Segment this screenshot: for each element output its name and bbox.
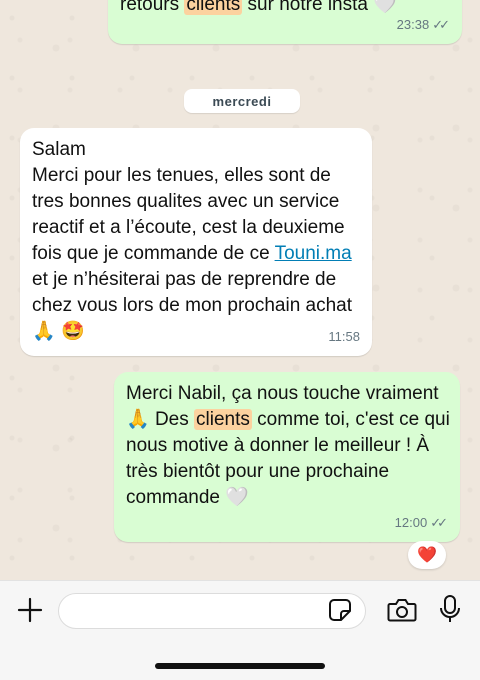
message-bubble-outgoing[interactable]: Merci Nabil, ça nous touche vraiment 🙏 D…: [114, 372, 460, 542]
message-time: 12:00: [394, 515, 428, 530]
white-heart-emoji: 🤍: [373, 0, 397, 15]
date-separator: mercredi: [184, 89, 300, 113]
pray-emoji: 🙏: [32, 321, 56, 342]
double-check-icon: ✓✓: [430, 515, 448, 530]
message-reaction[interactable]: ❤️: [408, 541, 446, 569]
message-time: 23:38: [396, 17, 430, 32]
star-struck-emoji: 🤩: [60, 321, 85, 342]
red-heart-emoji: ❤️: [417, 547, 437, 564]
plus-icon[interactable]: [16, 596, 44, 624]
microphone-icon[interactable]: [438, 594, 462, 624]
message-meta: 23:38 ✓✓: [397, 12, 450, 38]
message-text: retours clients sur notre insta 🤍: [120, 0, 397, 18]
message-bubble-incoming[interactable]: Salam Merci pour les tenues, elles sont …: [20, 128, 372, 356]
message-meta: 11:58: [328, 324, 360, 350]
pray-emoji: 🙏: [126, 409, 150, 430]
message-text: Merci Nabil, ça nous touche vraiment 🙏 D…: [126, 383, 450, 508]
touni-link[interactable]: Touni.ma: [275, 243, 352, 264]
message-meta: 12:00 ✓✓: [395, 510, 448, 536]
message-bubble-outgoing[interactable]: retours clients sur notre insta 🤍 23:38 …: [108, 0, 462, 44]
search-highlight: clients: [184, 0, 243, 15]
message-time: 11:58: [328, 329, 360, 344]
camera-icon[interactable]: [387, 597, 417, 623]
sticker-icon[interactable]: [328, 598, 352, 622]
message-text: Salam Merci pour les tenues, elles sont …: [32, 139, 353, 342]
message-input[interactable]: [58, 593, 366, 629]
white-heart-emoji: 🤍: [225, 487, 249, 508]
double-check-icon: ✓✓: [432, 17, 450, 32]
search-highlight: clients: [194, 409, 252, 430]
home-indicator: [155, 663, 325, 669]
